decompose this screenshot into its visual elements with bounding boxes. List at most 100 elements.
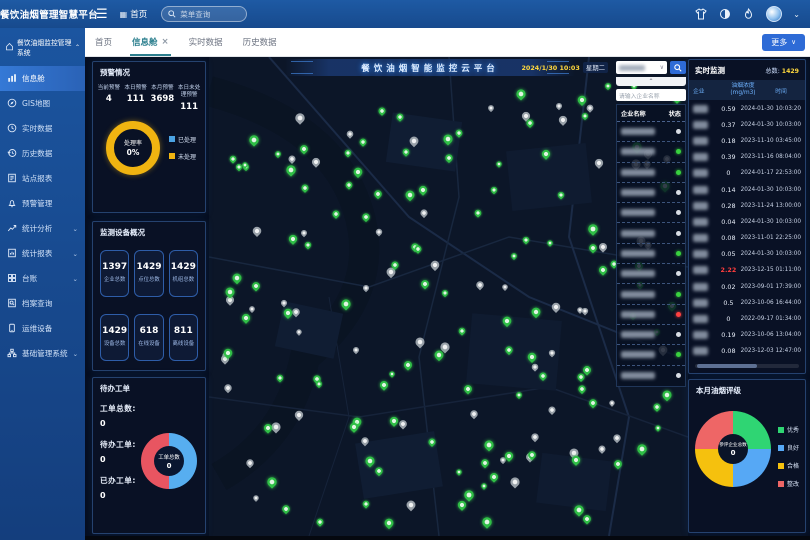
map-pin-offline[interactable] — [586, 103, 596, 113]
map-pin-online[interactable] — [299, 143, 310, 154]
map-pin-online[interactable] — [274, 150, 282, 158]
map-pin-online[interactable] — [463, 383, 474, 394]
monitor-row[interactable]: 0.39 2023-11-16 08:04:00 — [689, 149, 805, 165]
map-pin-online[interactable] — [538, 370, 548, 380]
monitor-row[interactable]: 0.05 2024-01-30 10:03:00 — [689, 246, 805, 262]
enterprise-row[interactable] — [617, 244, 685, 264]
enterprise-row[interactable] — [617, 122, 685, 142]
monitor-row[interactable]: 0.5 2023-10-06 16:44:00 — [689, 295, 805, 311]
map-pin-online[interactable] — [340, 297, 353, 310]
map-pin-online[interactable] — [382, 517, 394, 529]
map-pin-online[interactable] — [576, 94, 588, 106]
map-pin-offline[interactable] — [280, 299, 289, 308]
map-pin-online[interactable] — [495, 160, 503, 168]
enterprise-row[interactable] — [617, 284, 685, 304]
map-pin-online[interactable] — [456, 499, 468, 511]
map-pin-offline[interactable] — [362, 284, 371, 293]
map-pin-offline[interactable] — [531, 362, 540, 371]
sidebar-item[interactable]: 统计分析 ⌄ — [0, 216, 85, 241]
enterprise-row[interactable] — [617, 366, 685, 386]
map-pin-offline[interactable] — [608, 399, 616, 407]
map-pin-offline[interactable] — [414, 335, 427, 348]
map-pin-offline[interactable] — [397, 418, 408, 429]
map-pin-online[interactable] — [462, 488, 476, 502]
sidebar-item[interactable]: 运维设备 ⌄ — [0, 316, 85, 341]
map-pin-offline[interactable] — [300, 229, 308, 237]
map-pin-offline[interactable] — [429, 259, 441, 271]
enterprise-row[interactable] — [617, 142, 685, 162]
map-pin-online[interactable] — [481, 482, 489, 490]
map-pin-online[interactable] — [577, 384, 587, 394]
map-pin-offline[interactable] — [293, 409, 305, 421]
map-pin-online[interactable] — [361, 212, 371, 222]
map-pin-online[interactable] — [373, 466, 383, 476]
map-pin-online[interactable] — [224, 285, 237, 298]
theme-skin-icon[interactable] — [694, 8, 707, 21]
map-pin-online[interactable] — [251, 280, 262, 291]
monitor-row[interactable]: 0.02 2023-09-01 17:39:00 — [689, 279, 805, 295]
map-pin-offline[interactable] — [295, 328, 303, 336]
monitor-row[interactable]: 2.22 2023-12-15 01:11:00 — [689, 262, 805, 278]
map-pin-online[interactable] — [403, 360, 414, 371]
sidebar-item[interactable]: 实时数据 ⌄ — [0, 116, 85, 141]
monitor-row[interactable]: 0.37 2024-01-30 10:03:00 — [689, 117, 805, 133]
map-pin-online[interactable] — [378, 379, 389, 390]
map-pin-offline[interactable] — [245, 458, 256, 469]
map-pin-offline[interactable] — [597, 241, 608, 252]
map-pin-offline[interactable] — [547, 405, 557, 415]
map-pin-online[interactable] — [287, 233, 299, 245]
enterprise-row[interactable] — [617, 203, 685, 223]
map-pin-offline[interactable] — [405, 499, 418, 512]
monitor-row[interactable]: 0.18 2023-11-10 03:45:00 — [689, 133, 805, 149]
map-pin-offline[interactable] — [346, 129, 355, 138]
map-pin-online[interactable] — [482, 438, 495, 451]
enterprise-row[interactable] — [617, 345, 685, 365]
map-pin-online[interactable] — [635, 443, 648, 456]
map-pin-offline[interactable] — [597, 444, 607, 454]
map-pin-online[interactable] — [378, 106, 388, 116]
map-pin-online[interactable] — [604, 82, 612, 90]
enterprise-search-button[interactable] — [670, 61, 686, 74]
map-pin-online[interactable] — [373, 188, 384, 199]
more-button[interactable]: 更多 ∨ — [762, 34, 805, 51]
monitor-row[interactable]: 0.14 2024-01-30 10:03:00 — [689, 181, 805, 197]
map-pin-offline[interactable] — [550, 301, 562, 313]
tab[interactable]: 历史数据 × — [233, 28, 287, 56]
map-pin-offline[interactable] — [375, 227, 384, 236]
map-pin-offline[interactable] — [248, 305, 256, 313]
sidebar-group-header[interactable]: 餐饮油烟监控管理系统 ⌃ — [0, 28, 85, 66]
map-pin-offline[interactable] — [508, 475, 521, 488]
map-pin-online[interactable] — [501, 315, 513, 327]
sidebar-item[interactable]: 信息舱 ⌄ — [0, 66, 85, 91]
map-pin-offline[interactable] — [223, 383, 234, 394]
map-pin-online[interactable] — [441, 288, 450, 297]
map-pin-offline[interactable] — [408, 135, 421, 148]
map-pin-online[interactable] — [515, 391, 523, 399]
sidebar-item[interactable]: 历史数据 ⌄ — [0, 141, 85, 166]
map-pin-online[interactable] — [281, 504, 292, 515]
map-pin-offline[interactable] — [287, 154, 297, 164]
map-pin-offline[interactable] — [310, 156, 322, 168]
map-pin-online[interactable] — [389, 370, 396, 377]
map-pin-online[interactable] — [303, 241, 312, 250]
map-pin-online[interactable] — [275, 374, 284, 383]
enterprise-row[interactable] — [617, 264, 685, 284]
map-pin-online[interactable] — [557, 190, 566, 199]
map-pin-online[interactable] — [588, 243, 599, 254]
contrast-mode-icon[interactable] — [718, 8, 731, 21]
map-pin-online[interactable] — [364, 454, 377, 467]
map-pin-online[interactable] — [352, 166, 364, 178]
enterprise-row[interactable] — [617, 305, 685, 325]
map-pin-online[interactable] — [228, 155, 237, 164]
map-pin-online[interactable] — [488, 472, 499, 483]
sidebar-item[interactable]: 预警管理 ⌄ — [0, 191, 85, 216]
breadcrumb[interactable]: ▦ 首页 — [120, 8, 148, 20]
tab[interactable]: 信息舱 × — [122, 28, 179, 56]
map-pin-online[interactable] — [266, 476, 279, 489]
map-pin-online[interactable] — [419, 279, 430, 290]
map-pin-online[interactable] — [612, 459, 623, 470]
map-pin-online[interactable] — [454, 128, 464, 138]
map-pin-online[interactable] — [402, 148, 411, 157]
map-pin-online[interactable] — [331, 209, 341, 219]
map-pin-online[interactable] — [522, 235, 531, 244]
